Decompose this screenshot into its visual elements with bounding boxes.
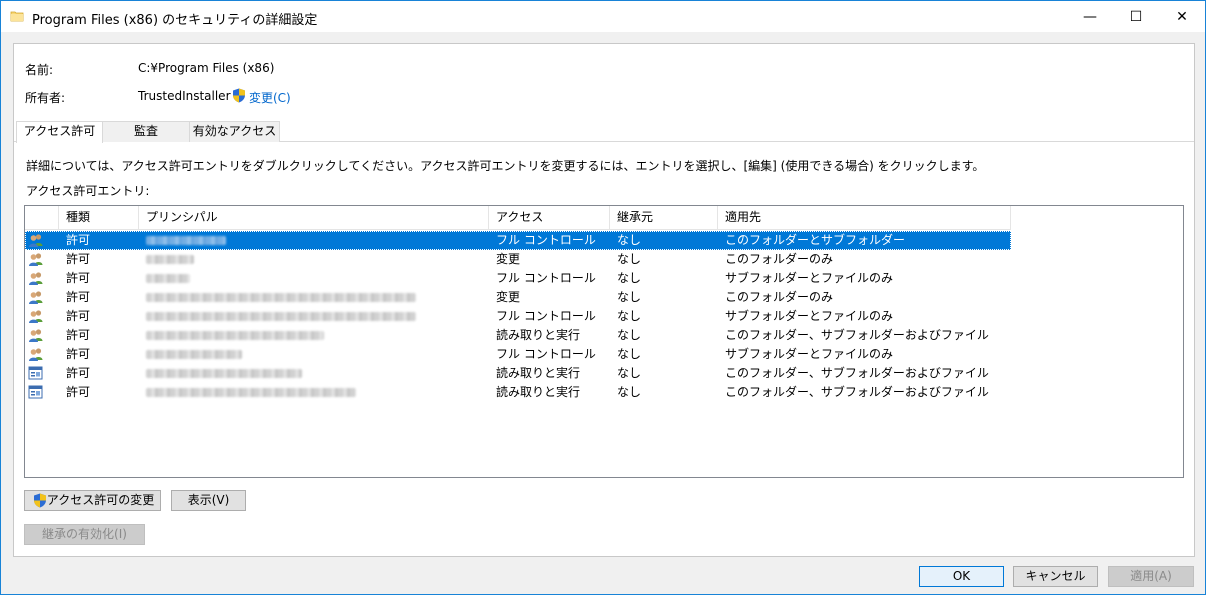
entry-applies-to: サブフォルダーとファイルのみ [725,347,894,361]
entry-inherited-from: なし [617,233,642,247]
entry-inherited-from: なし [617,366,642,380]
entry-inherited-from: なし [617,309,642,323]
users-icon [28,290,44,305]
entry-type: 許可 [66,290,91,304]
owner-label: 所有者: [25,91,66,105]
entry-inherited-from: なし [617,328,642,342]
close-button[interactable]: ✕ [1159,1,1205,32]
principal-redacted [146,293,416,302]
table-row[interactable]: 許可 フル コントロール なし サブフォルダーとファイルのみ [25,307,1011,326]
main-panel: 名前: C:¥Program Files (x86) 所有者: TrustedI… [13,43,1195,557]
table-row[interactable]: 許可 フル コントロール なし サブフォルダーとファイルのみ [25,345,1011,364]
principal-redacted [146,388,356,397]
entry-inherited-from: なし [617,271,642,285]
users-icon [28,233,44,248]
principal-redacted [146,255,194,264]
principal-redacted [146,236,226,245]
table-row[interactable]: 許可 フル コントロール なし このフォルダーとサブフォルダー [25,231,1011,250]
entry-access: 読み取りと実行 [496,385,581,399]
entry-type: 許可 [66,252,91,266]
app-package-icon [28,366,44,381]
security-dialog: Program Files (x86) のセキュリティの詳細設定 — ☐ ✕ 名… [0,0,1206,595]
tab-effective-access[interactable]: 有効なアクセス [189,121,280,142]
name-label: 名前: [25,63,54,77]
entry-inherited-from: なし [617,290,642,304]
entry-type: 許可 [66,328,91,342]
entry-applies-to: このフォルダーとサブフォルダー [725,233,906,247]
apply-button[interactable]: 適用(A) [1108,566,1194,587]
entry-type: 許可 [66,233,91,247]
change-permissions-button[interactable]: アクセス許可の変更 [24,490,161,511]
entry-type: 許可 [66,271,91,285]
header-principal[interactable]: プリンシパル [139,206,489,230]
table-row[interactable]: 許可 変更 なし このフォルダーのみ [25,288,1011,307]
maximize-button[interactable]: ☐ [1113,1,1159,32]
entry-applies-to: このフォルダー、サブフォルダーおよびファイル [725,328,989,342]
uac-shield-icon [233,88,245,103]
ok-button[interactable]: OK [919,566,1004,587]
permission-entries-list[interactable]: 種類 プリンシパル アクセス 継承元 適用先 許可 フル コントロール なし このフォ… [24,205,1184,478]
principal-redacted [146,312,416,321]
uac-shield-icon [34,493,46,508]
window-title: Program Files (x86) のセキュリティの詳細設定 [32,13,318,28]
principal-redacted [146,369,302,378]
entry-access: フル コントロール [496,347,596,361]
cancel-button[interactable]: キャンセル [1013,566,1098,587]
view-button[interactable]: 表示(V) [171,490,246,511]
entry-inherited-from: なし [617,252,642,266]
entry-applies-to: このフォルダー、サブフォルダーおよびファイル [725,385,989,399]
tab-strip: アクセス許可 監査 有効なアクセス [14,121,1194,143]
entry-applies-to: サブフォルダーとファイルのみ [725,309,894,323]
entry-type: 許可 [66,366,91,380]
table-row[interactable]: 許可 読み取りと実行 なし このフォルダー、サブフォルダーおよびファイル [25,364,1011,383]
entries-label: アクセス許可エントリ: [26,184,150,198]
entry-type: 許可 [66,347,91,361]
name-value: C:¥Program Files (x86) [138,61,275,75]
users-icon [28,328,44,343]
entry-access: 読み取りと実行 [496,328,581,342]
users-icon [28,271,44,286]
entry-type: 許可 [66,385,91,399]
app-package-icon [28,385,44,400]
header-inherited-from[interactable]: 継承元 [610,206,718,230]
header-applies-to[interactable]: 適用先 [718,206,1011,230]
entry-access: フル コントロール [496,271,596,285]
entry-access: 読み取りと実行 [496,366,581,380]
users-icon [28,309,44,324]
minimize-button[interactable]: — [1067,1,1113,32]
entry-applies-to: このフォルダーのみ [725,290,834,304]
tab-permissions[interactable]: アクセス許可 [16,121,103,143]
principal-redacted [146,350,242,359]
table-row[interactable]: 許可 変更 なし このフォルダーのみ [25,250,1011,269]
header-type[interactable]: 種類 [59,206,139,230]
entry-type: 許可 [66,309,91,323]
enable-inheritance-button[interactable]: 継承の有効化(I) [24,524,145,545]
owner-value: TrustedInstaller [138,89,231,103]
description-text: 詳細については、アクセス許可エントリをダブルクリックしてください。アクセス許可エ… [26,159,985,173]
header-access[interactable]: アクセス [489,206,610,230]
title-bar: Program Files (x86) のセキュリティの詳細設定 — ☐ ✕ [1,1,1205,32]
entry-inherited-from: なし [617,385,642,399]
list-header: 種類 プリンシパル アクセス 継承元 適用先 [25,206,1011,230]
entry-access: 変更 [496,252,521,266]
entry-access: 変更 [496,290,521,304]
header-icon-column[interactable] [25,206,59,230]
tab-auditing[interactable]: 監査 [102,121,190,142]
entry-access: フル コントロール [496,233,596,247]
table-row[interactable]: 許可 読み取りと実行 なし このフォルダー、サブフォルダーおよびファイル [25,383,1011,402]
entry-applies-to: このフォルダーのみ [725,252,834,266]
table-row[interactable]: 許可 読み取りと実行 なし このフォルダー、サブフォルダーおよびファイル [25,326,1011,345]
entry-applies-to: このフォルダー、サブフォルダーおよびファイル [725,366,989,380]
entry-applies-to: サブフォルダーとファイルのみ [725,271,894,285]
users-icon [28,347,44,362]
folder-icon [10,11,24,22]
entry-access: フル コントロール [496,309,596,323]
entry-inherited-from: なし [617,347,642,361]
users-icon [28,252,44,267]
principal-redacted [146,274,190,283]
principal-redacted [146,331,324,340]
change-permissions-label: アクセス許可の変更 [46,493,155,507]
owner-change-link[interactable]: 変更(C) [249,89,291,106]
table-row[interactable]: 許可 フル コントロール なし サブフォルダーとファイルのみ [25,269,1011,288]
